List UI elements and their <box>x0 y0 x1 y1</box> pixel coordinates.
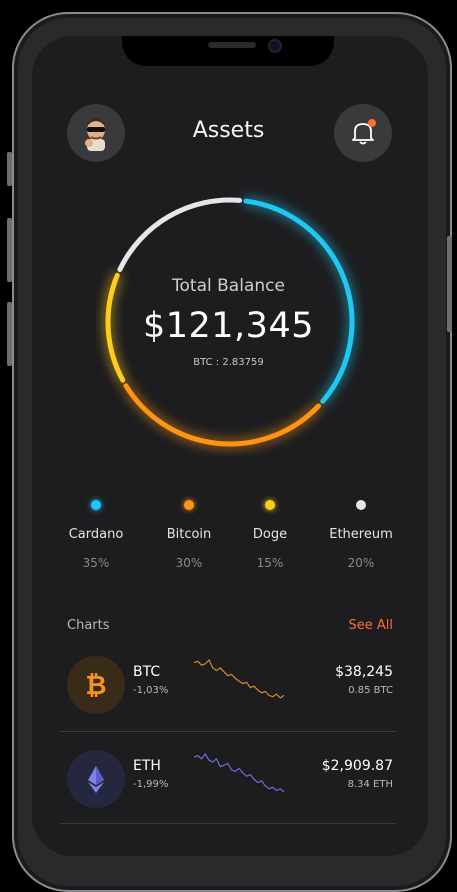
mute-switch <box>7 152 12 186</box>
coin-price: $38,245 <box>335 664 393 680</box>
volume-up-button <box>7 218 12 282</box>
legend-name: Ethereum <box>329 527 393 542</box>
total-balance-label: Total Balance <box>172 276 285 296</box>
total-balance-amount: $121,345 <box>142 306 314 346</box>
coin-symbol: ETH <box>133 758 161 774</box>
charts-section-label: Charts <box>67 618 110 633</box>
coin-price: $2,909.87 <box>321 758 393 774</box>
svg-text:₿: ₿ <box>85 671 106 701</box>
legend-name: Cardano <box>68 527 124 542</box>
legend-name: Doge <box>252 527 288 542</box>
legend-percent: 20% <box>347 556 375 570</box>
coin-change: -1,99% <box>133 779 169 790</box>
ring-segment-ethereum <box>117 197 243 272</box>
coin-holding: 8.34 ETH <box>347 779 393 790</box>
notification-badge <box>368 119 376 127</box>
legend-dot <box>91 500 101 510</box>
legend-percent: 15% <box>256 556 284 570</box>
bell-icon <box>352 123 374 145</box>
legend-name: Bitcoin <box>166 527 212 542</box>
notch <box>122 36 334 66</box>
ring-segment-cardano <box>243 198 355 404</box>
sparkline-path <box>193 752 285 793</box>
front-camera <box>268 39 282 53</box>
legend-item-bitcoin: Bitcoin 30% <box>144 500 234 570</box>
legend-percent: 35% <box>82 556 110 570</box>
notifications-button[interactable] <box>334 104 392 162</box>
legend-item-cardano: Cardano 35% <box>51 500 141 570</box>
btc-sparkline <box>193 658 285 699</box>
total-balance-btc: BTC : 2.83759 <box>193 357 264 368</box>
coin-change: -1,03% <box>133 685 169 696</box>
eth-sparkline <box>193 752 285 793</box>
legend-item-ethereum: Ethereum 20% <box>316 500 406 570</box>
sparkline-path <box>193 658 285 699</box>
bitcoin-icon: ₿ <box>67 656 125 714</box>
ring-segment-bitcoin <box>123 383 321 447</box>
legend-dot <box>184 500 194 510</box>
see-all-link[interactable]: See All <box>349 618 394 633</box>
speaker-grille <box>208 42 256 48</box>
coin-symbol: BTC <box>133 664 161 680</box>
row-divider <box>60 731 396 732</box>
coin-holding: 0.85 BTC <box>348 685 393 696</box>
coin-row-eth[interactable]: ETH -1,99% $2,909.87 8.34 ETH <box>60 750 396 838</box>
legend-dot <box>265 500 275 510</box>
ethereum-icon <box>67 750 125 808</box>
legend-percent: 30% <box>175 556 203 570</box>
legend-item-doge: Doge 15% <box>225 500 315 570</box>
legend-dot <box>356 500 366 510</box>
row-divider <box>60 823 396 824</box>
